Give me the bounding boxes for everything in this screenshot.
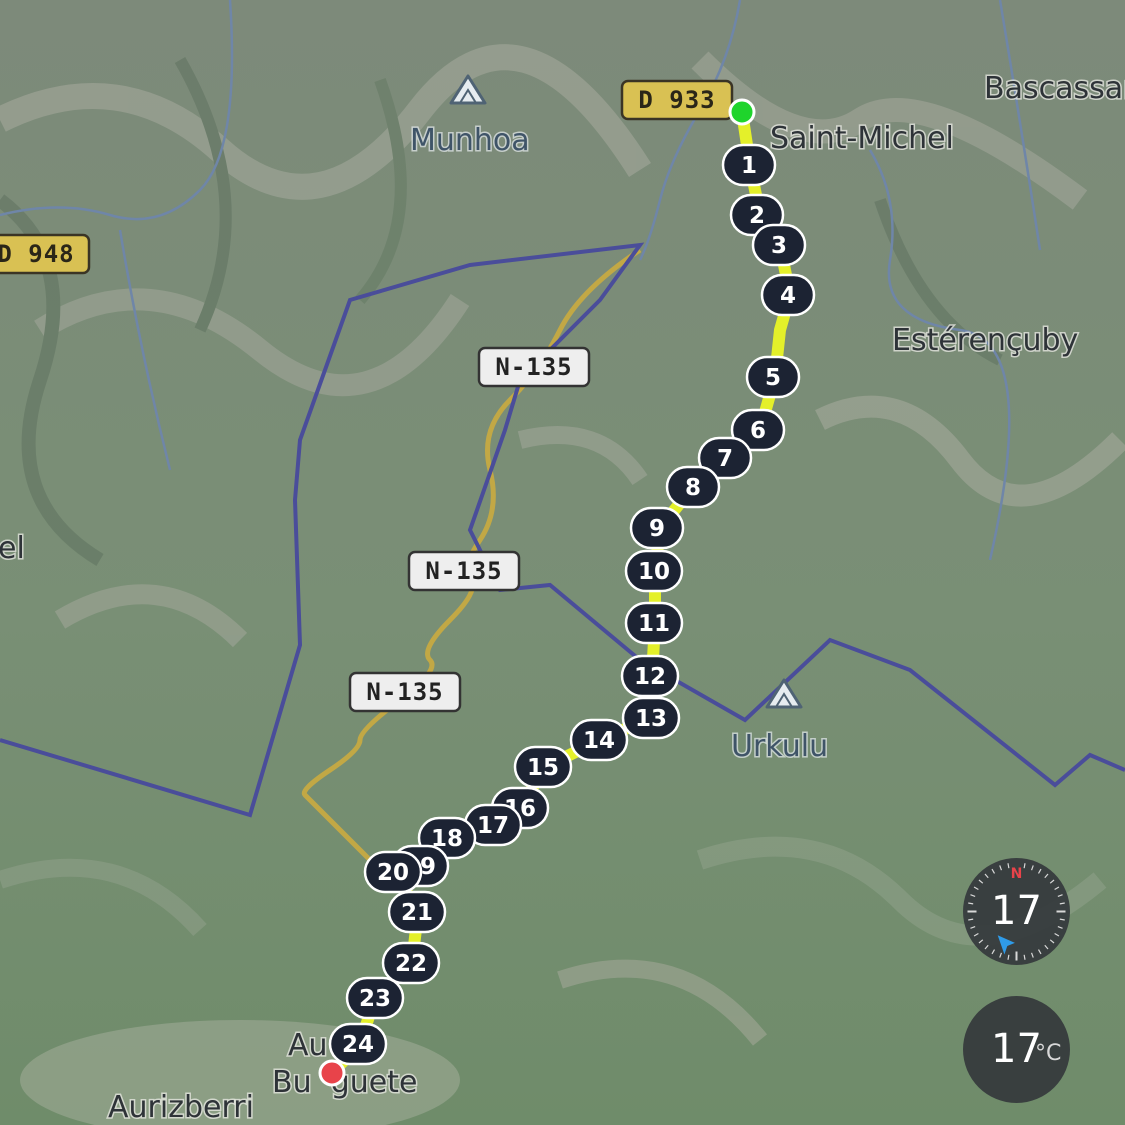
- place-el: el: [0, 531, 25, 566]
- shield-n135-c: N-135: [348, 671, 462, 713]
- svg-text:N-135: N-135: [366, 678, 443, 706]
- shield-n135-b: N-135: [407, 550, 521, 592]
- route-marker-label: 12: [634, 664, 666, 690]
- compass-value: 17: [991, 888, 1042, 934]
- route-marker-label: 9: [649, 516, 665, 542]
- route-marker-13[interactable]: 13: [621, 696, 681, 740]
- route-marker-label: 6: [750, 418, 766, 444]
- route-marker-1[interactable]: 1: [721, 143, 777, 187]
- heading-arrow-icon: [997, 935, 1015, 955]
- route-marker-9[interactable]: 9: [629, 506, 685, 550]
- compass-north-label: N: [1011, 866, 1023, 882]
- route-marker-label: 8: [685, 475, 701, 501]
- route-marker-22[interactable]: 22: [381, 941, 441, 985]
- route-marker-21[interactable]: 21: [387, 890, 447, 934]
- route-marker-label: 10: [638, 559, 670, 585]
- route-marker-10[interactable]: 10: [624, 549, 684, 593]
- shield-n135-a: N-135: [477, 346, 591, 388]
- shield-d948: D 948: [0, 233, 91, 275]
- peak-label-urkulu: Urkulu: [731, 729, 828, 764]
- peak-label-munhoa: Munhoa: [410, 123, 530, 158]
- route-marker-label: 20: [377, 860, 409, 886]
- route-marker-12[interactable]: 12: [620, 654, 680, 698]
- route-marker-24[interactable]: 24: [328, 1022, 388, 1066]
- map-canvas[interactable]: Bascassan Saint-Michel Estérençuby el Au…: [0, 0, 1125, 1125]
- route-marker-3[interactable]: 3: [751, 223, 807, 267]
- route-marker-5[interactable]: 5: [745, 355, 801, 399]
- place-aurizberri: Aurizberri: [108, 1090, 254, 1125]
- place-bascassan: Bascassan: [984, 71, 1125, 106]
- svg-text:N-135: N-135: [495, 353, 572, 381]
- route-marker-11[interactable]: 11: [624, 601, 684, 645]
- route-marker-label: 3: [771, 233, 787, 259]
- route-marker-15[interactable]: 15: [513, 745, 573, 789]
- route-marker-label: 23: [359, 986, 391, 1012]
- place-esterencuby: Estérençuby: [892, 323, 1078, 358]
- route-marker-label: 11: [638, 611, 670, 637]
- route-marker-label: 17: [477, 813, 509, 839]
- route-marker-label: 13: [635, 706, 667, 732]
- route-marker-label: 1: [741, 153, 757, 179]
- shield-d933: D 933: [620, 79, 734, 121]
- svg-text:N-135: N-135: [425, 557, 502, 585]
- route-marker-label: 7: [717, 446, 733, 472]
- weather-button[interactable]: 17 °C: [963, 996, 1070, 1103]
- route-marker-label: 14: [583, 728, 615, 754]
- route-marker-label: 24: [342, 1032, 374, 1058]
- svg-text:D 933: D 933: [638, 86, 715, 114]
- route-marker-label: 21: [401, 900, 433, 926]
- route-marker-4[interactable]: 4: [760, 273, 816, 317]
- route-marker-23[interactable]: 23: [345, 976, 405, 1020]
- svg-text:D 948: D 948: [0, 240, 75, 268]
- route-marker-14[interactable]: 14: [569, 718, 629, 762]
- route-marker-label: 5: [765, 365, 781, 391]
- route-marker-label: 22: [395, 951, 427, 977]
- route-marker-label: 2: [749, 203, 765, 229]
- compass-button[interactable]: N 17: [963, 858, 1070, 965]
- route-marker-label: 4: [780, 283, 796, 309]
- route-marker-20[interactable]: 20: [363, 850, 423, 894]
- terrain-base: [0, 0, 1125, 1125]
- route-marker-8[interactable]: 8: [665, 465, 721, 509]
- route-start-marker[interactable]: [728, 98, 756, 126]
- place-saint-michel: Saint-Michel: [770, 121, 954, 156]
- temperature-unit: °C: [1035, 1041, 1062, 1066]
- route-marker-label: 15: [527, 755, 559, 781]
- route-end-marker[interactable]: [318, 1059, 346, 1087]
